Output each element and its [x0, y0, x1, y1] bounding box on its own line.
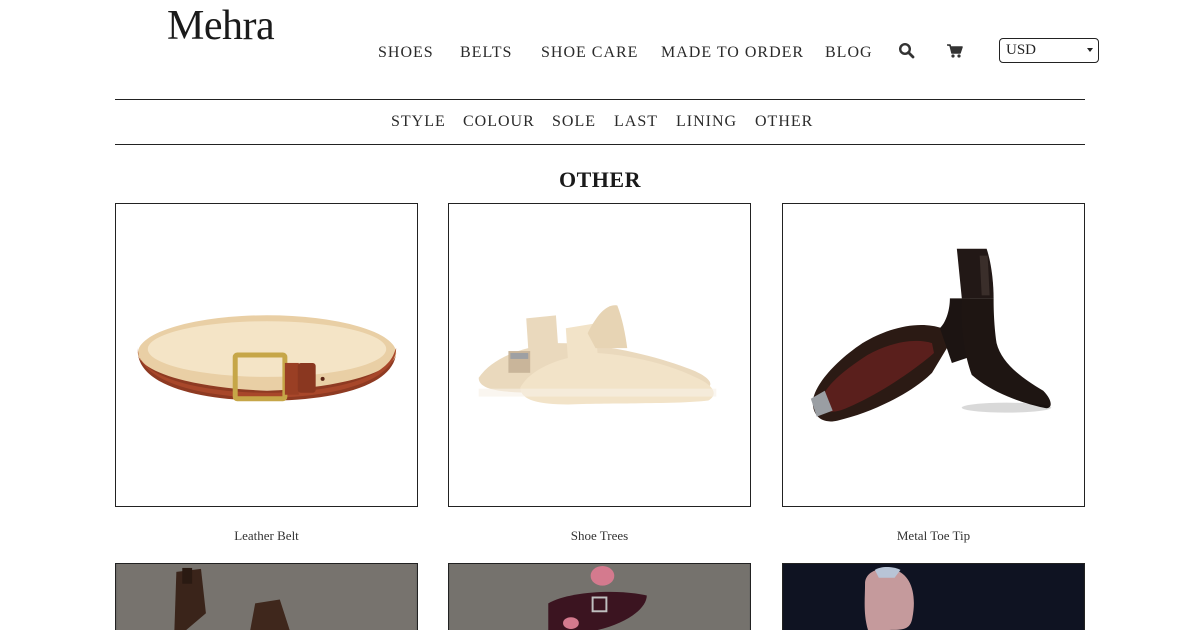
category-style[interactable]: STYLE: [391, 113, 446, 131]
chevron-down-icon: [1087, 48, 1093, 52]
divider-top: [115, 99, 1085, 100]
search-icon[interactable]: [898, 42, 918, 62]
product-card-metal-toe-tip[interactable]: [782, 203, 1085, 507]
section-title: OTHER: [559, 167, 641, 192]
product-card-row2-1[interactable]: [115, 563, 418, 630]
currency-select[interactable]: USD: [999, 38, 1099, 63]
category-nav: STYLE COLOUR SOLE LAST LINING OTHER: [0, 113, 1200, 133]
cart-icon[interactable]: [946, 42, 966, 62]
product-card-row2-2[interactable]: [448, 563, 751, 630]
metal-toe-tip-image: [810, 248, 1052, 422]
nav-item-shoe-care[interactable]: SHOE CARE: [541, 44, 638, 62]
shoe-trees-image: [478, 305, 717, 405]
nav-item-made-to-order[interactable]: MADE TO ORDER: [661, 44, 804, 62]
product-card-leather-belt[interactable]: [115, 203, 418, 507]
category-last[interactable]: LAST: [614, 113, 658, 131]
currency-select-value: USD: [1006, 42, 1037, 58]
leather-belt-image: [137, 315, 397, 402]
product-card-shoe-trees[interactable]: [448, 203, 751, 507]
nav-item-belts[interactable]: BELTS: [460, 44, 512, 62]
category-other[interactable]: OTHER: [755, 113, 813, 131]
divider-bottom: [115, 144, 1085, 145]
product-name[interactable]: Metal Toe Tip: [782, 528, 1085, 544]
category-colour[interactable]: COLOUR: [463, 113, 535, 131]
product-image: [449, 564, 750, 630]
product-image: [117, 564, 416, 630]
product-card-row2-3[interactable]: [782, 563, 1085, 630]
product-name[interactable]: Shoe Trees: [448, 528, 751, 544]
category-lining[interactable]: LINING: [676, 113, 737, 131]
brand-logo[interactable]: Mehra: [167, 2, 275, 50]
nav-item-shoes[interactable]: SHOES: [378, 44, 434, 62]
nav-item-blog[interactable]: BLOG: [825, 44, 873, 62]
category-sole[interactable]: SOLE: [552, 113, 596, 131]
product-name[interactable]: Leather Belt: [115, 528, 418, 544]
product-image: [784, 564, 1083, 630]
